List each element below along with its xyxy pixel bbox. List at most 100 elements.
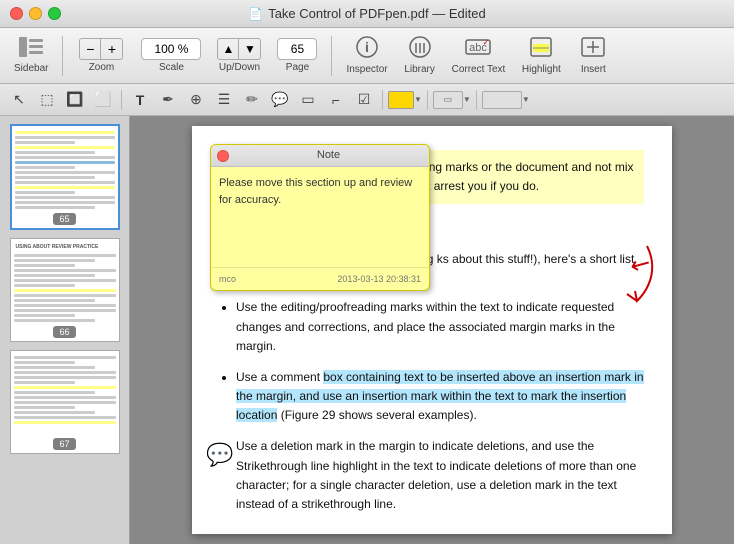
zoom-in-button[interactable]: + [101,38,123,60]
thumb-line [14,401,116,404]
thumb-line [15,136,115,139]
insert-button[interactable]: Insert [571,32,615,79]
secondary-toolbar: ↖ ⬚ 🔲 ⬜ T ✒ ⊕ ☰ ✏ 💬 ▭ ⌐ ☑ ▼ ▭ ▼ ▼ [0,84,734,116]
thumb-line [14,269,116,272]
thumb-line [14,406,75,409]
text-tool[interactable]: T [127,88,153,112]
thumb-line [15,201,115,204]
correction-tool[interactable]: ⊕ [183,88,209,112]
bullet-item-2: Use a comment box containing text to be … [236,368,644,426]
bullet-list: Use the editing/proofreading marks withi… [236,298,644,514]
sidebar-button[interactable]: Sidebar [8,33,54,78]
sidebar-label: Sidebar [14,63,48,74]
pen-tool[interactable]: ✒ [155,88,181,112]
thumb-line [14,274,96,277]
thumb-line [15,181,115,184]
note-timestamp: 2013-03-13 20:38:31 [337,272,421,286]
zoom-out-button[interactable]: − [79,38,101,60]
rect-tool[interactable]: ▭ [295,88,321,112]
note-close-button[interactable] [217,150,229,162]
select-tool[interactable]: ⬚ [34,88,60,112]
thumb-heading: USING ABOUT REVIEW PRACTICE [14,242,116,252]
arrow-tool[interactable]: ↖ [6,88,32,112]
page-down-button[interactable]: ▼ [239,38,261,60]
line-dropdown-arrow[interactable]: ▼ [522,95,530,104]
maximize-button[interactable] [48,7,61,20]
highlight-button[interactable]: Highlight [515,32,567,79]
inspector-button[interactable]: i Inspector [340,32,393,79]
t2-sep-1 [121,90,122,110]
speech-bubble-tool[interactable]: 💬 [267,88,293,112]
pencil-tool[interactable]: ✏ [239,88,265,112]
minimize-button[interactable] [29,7,42,20]
page-group: Page [271,34,323,77]
content-area[interactable]: Note Please move this section up and rev… [130,116,734,544]
thumb-line [14,294,116,297]
thumb-line [14,309,116,312]
thumb-line [14,411,96,414]
library-button[interactable]: Library [398,32,442,79]
thumb-line [15,166,75,169]
thumb-line [15,176,95,179]
thumb-line [15,191,75,194]
page-thumb-66[interactable]: USING ABOUT REVIEW PRACTICE 66 [10,238,120,342]
note-popup[interactable]: Note Please move this section up and rev… [210,144,430,291]
check-tool[interactable]: ☑ [351,88,377,112]
window-controls[interactable] [10,7,61,20]
color-dropdown-arrow[interactable]: ▼ [414,95,422,104]
note-title: Note [234,147,423,165]
page-input[interactable] [277,38,317,60]
thumb-line [15,156,115,159]
updown-group[interactable]: ▲ ▼ Up/Down [211,34,267,77]
line-style-control[interactable] [482,91,522,109]
correct-text-label: Correct Text [452,64,506,75]
thumb-line [14,299,96,302]
separator-1 [62,36,63,76]
zoom-group[interactable]: − + Zoom [71,34,131,77]
inspector-icon: i [356,36,378,62]
thumb-line [14,314,75,317]
highlight-label: Highlight [522,64,561,75]
thumb-line [14,356,116,359]
close-button[interactable] [10,7,23,20]
list-tool[interactable]: ☰ [211,88,237,112]
scale-input[interactable] [141,38,201,60]
thumb-line [14,396,116,399]
note-user: mco [219,272,236,286]
window-title: Take Control of PDFpen.pdf — Edited [268,6,486,21]
page-thumb-65[interactable]: 65 [10,124,120,230]
thumb-line [15,146,115,149]
thumb-line [15,151,95,154]
page-thumb-67[interactable]: 67 [10,350,120,454]
pdf-page: Note Please move this section up and rev… [192,126,672,534]
comment-icon: 💬 [206,437,233,472]
page-up-button[interactable]: ▲ [217,38,239,60]
highlight-icon [529,36,553,62]
insert-label: Insert [581,64,606,75]
thumb-line [15,171,115,174]
thumb-line [14,279,116,282]
opacity-control[interactable]: ▭ [433,91,463,109]
thumb-line [14,284,75,287]
insert-icon [580,36,606,62]
stamp-tool[interactable]: 🔲 [62,88,88,112]
inspector-label: Inspector [346,64,387,75]
thumb-line [14,366,96,369]
page-number-66: 66 [53,326,75,338]
thumb-line [14,371,116,374]
correct-text-button[interactable]: abc ✓ Correct Text [446,32,512,79]
t2-sep-3 [427,90,428,110]
main-toolbar: Sidebar − + Zoom Scale ▲ ▼ Up/Down Page … [0,28,734,84]
correct-text-icon: abc ✓ [464,36,492,62]
main-area: 65 USING ABOUT REVIEW PRACTICE [0,116,734,544]
opacity-dropdown-arrow[interactable]: ▼ [463,95,471,104]
thumb-line [14,289,116,292]
scale-label: Scale [159,62,184,73]
thumb-line [15,131,115,134]
thumb-line [15,141,75,144]
color-swatch[interactable] [388,91,414,109]
bracket-tool[interactable]: ⌐ [323,88,349,112]
library-label: Library [404,64,435,75]
crop-tool[interactable]: ⬜ [90,88,116,112]
thumb-line [14,416,116,419]
